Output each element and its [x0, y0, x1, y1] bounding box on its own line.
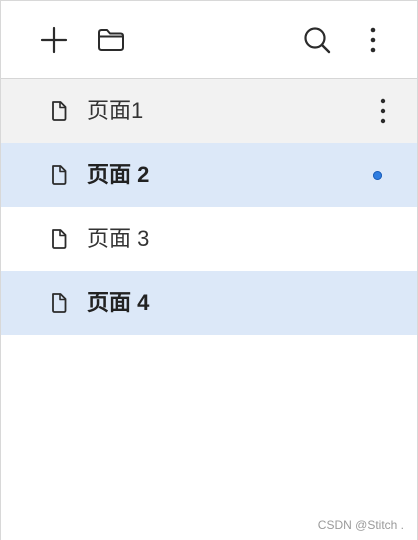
- folder-icon: [98, 29, 124, 51]
- page-label: 页面 2: [87, 162, 150, 187]
- page-label: 页面 3: [87, 226, 150, 251]
- page-label: 页面 4: [87, 290, 150, 315]
- page-list-item[interactable]: 页面 2: [1, 143, 417, 207]
- search-button[interactable]: [300, 23, 334, 57]
- toolbar: [1, 1, 417, 79]
- document-icon: [49, 164, 69, 186]
- vertical-ellipsis-icon: [370, 27, 376, 53]
- page-list-item[interactable]: 页面 3: [1, 207, 417, 271]
- add-folder-button[interactable]: [94, 23, 128, 57]
- page-list: 页面1 页面 2 页面 3 页面 4: [1, 79, 417, 335]
- document-icon: [49, 228, 69, 250]
- vertical-ellipsis-icon: [380, 98, 386, 124]
- plus-icon: [40, 26, 68, 54]
- pages-panel: 页面1 页面 2 页面 3 页面 4: [0, 0, 418, 540]
- page-list-item[interactable]: 页面 4: [1, 271, 417, 335]
- add-page-button[interactable]: [37, 23, 71, 57]
- document-icon: [49, 100, 69, 122]
- page-label: 页面1: [87, 98, 144, 123]
- unsaved-indicator: [373, 171, 382, 180]
- more-options-button[interactable]: [356, 23, 390, 57]
- search-icon: [304, 27, 331, 54]
- page-more-button[interactable]: [369, 94, 397, 128]
- page-list-item[interactable]: 页面1: [1, 79, 417, 143]
- document-icon: [49, 292, 69, 314]
- watermark: CSDN @Stitch .: [317, 518, 404, 532]
